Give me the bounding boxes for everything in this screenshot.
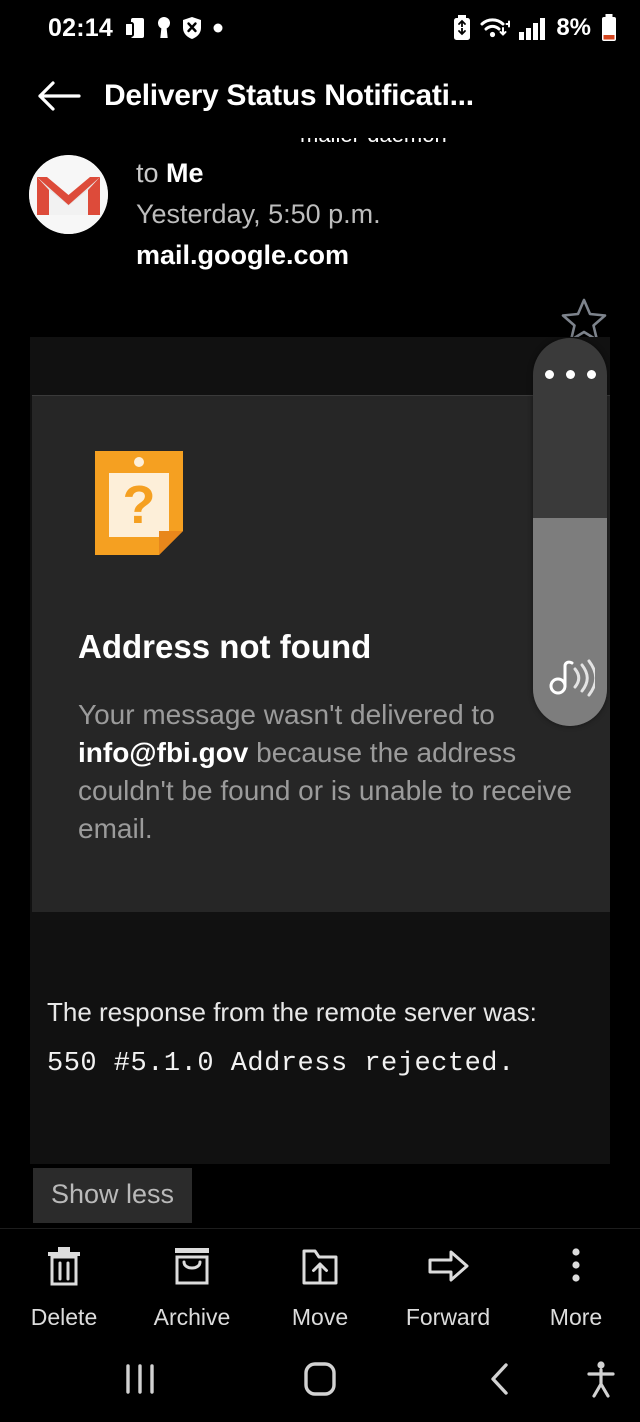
system-nav-bar [0, 1340, 640, 1422]
sender-domain: mail.google.com [136, 240, 350, 270]
orange-document-question-icon: ? [95, 451, 183, 560]
bounce-title: Address not found [78, 628, 372, 665]
move-button[interactable]: Move [256, 1229, 384, 1331]
archive-box-icon [170, 1243, 214, 1294]
forward-arrow-icon [424, 1243, 472, 1294]
vertical-dots-icon [566, 1243, 586, 1294]
forward-button[interactable]: Forward [384, 1229, 512, 1331]
avatar[interactable] [29, 155, 108, 234]
sender-details: to Me Yesterday, 5:50 p.m. mail.google.c… [136, 158, 381, 271]
dot-icon [213, 16, 223, 40]
server-response-label: The response from the remote server was: [47, 997, 537, 1027]
back-button[interactable] [26, 78, 92, 114]
trash-icon [42, 1243, 86, 1294]
back-chevron-icon[interactable] [484, 1360, 516, 1403]
dual-sim-icon [123, 16, 146, 40]
to-prefix-label: to [136, 158, 167, 188]
key-icon [157, 16, 171, 40]
action-bar: Delete Archive Move Forward More [0, 1228, 640, 1340]
recents-icon[interactable] [119, 1362, 161, 1401]
signal-bars-icon [519, 15, 547, 41]
music-note-waves-icon[interactable] [547, 655, 598, 704]
battery-saver-icon [453, 15, 471, 41]
home-icon[interactable] [300, 1360, 340, 1403]
bounce-body: Your message wasn't delivered to info@fb… [78, 696, 578, 848]
more-label: More [549, 1304, 603, 1330]
recipient-line[interactable]: to Me [136, 158, 381, 189]
delete-button[interactable]: Delete [0, 1229, 128, 1331]
bounce-email: info@fbi.gov [78, 737, 249, 768]
show-less-button[interactable]: Show less [33, 1168, 193, 1223]
bounce-notice-panel: ? Address not found Your message wasn't … [32, 395, 610, 912]
delete-label: Delete [30, 1304, 98, 1330]
app-header: Delivery Status Notificati... [0, 56, 640, 136]
status-bar: 02:14 8% [0, 0, 640, 56]
server-response-code: 550 #5.1.0 Address rejected. [47, 1049, 515, 1079]
svg-text:?: ? [123, 475, 156, 535]
gmail-logo-icon [29, 155, 108, 234]
three-dots-icon[interactable] [533, 370, 607, 379]
bounce-body-part1: Your message wasn't delivered to [78, 699, 495, 730]
archive-button[interactable]: Archive [128, 1229, 256, 1331]
recipient-name: Me [166, 158, 204, 188]
folder-up-arrow-icon [298, 1243, 342, 1294]
message-date: Yesterday, 5:50 p.m. [136, 199, 381, 229]
battery-percent-label: 8% [556, 14, 591, 41]
page-title: Delivery Status Notificati... [104, 79, 474, 112]
floating-volume-widget[interactable] [533, 338, 607, 726]
status-clock: 02:14 [48, 13, 113, 42]
more-button[interactable]: More [512, 1229, 640, 1331]
scrolled-sender-name: mailer-daemon [300, 138, 500, 160]
shield-x-icon [182, 16, 202, 40]
accessibility-icon[interactable] [583, 1359, 619, 1404]
forward-label: Forward [405, 1304, 491, 1330]
status-bar-right: 8% [453, 14, 618, 42]
wifi-icon [480, 15, 513, 41]
status-bar-left: 02:14 [48, 14, 223, 43]
sender-block: mailer-daemon to Me Yesterday, 5:50 p.m.… [0, 136, 640, 342]
move-label: Move [291, 1304, 349, 1330]
message-card: ? Address not found Your message wasn't … [30, 337, 610, 1164]
archive-label: Archive [153, 1304, 231, 1330]
phone-screen: 02:14 8% Delivery Status Notificati... t… [0, 0, 640, 1422]
battery-icon [600, 14, 618, 42]
